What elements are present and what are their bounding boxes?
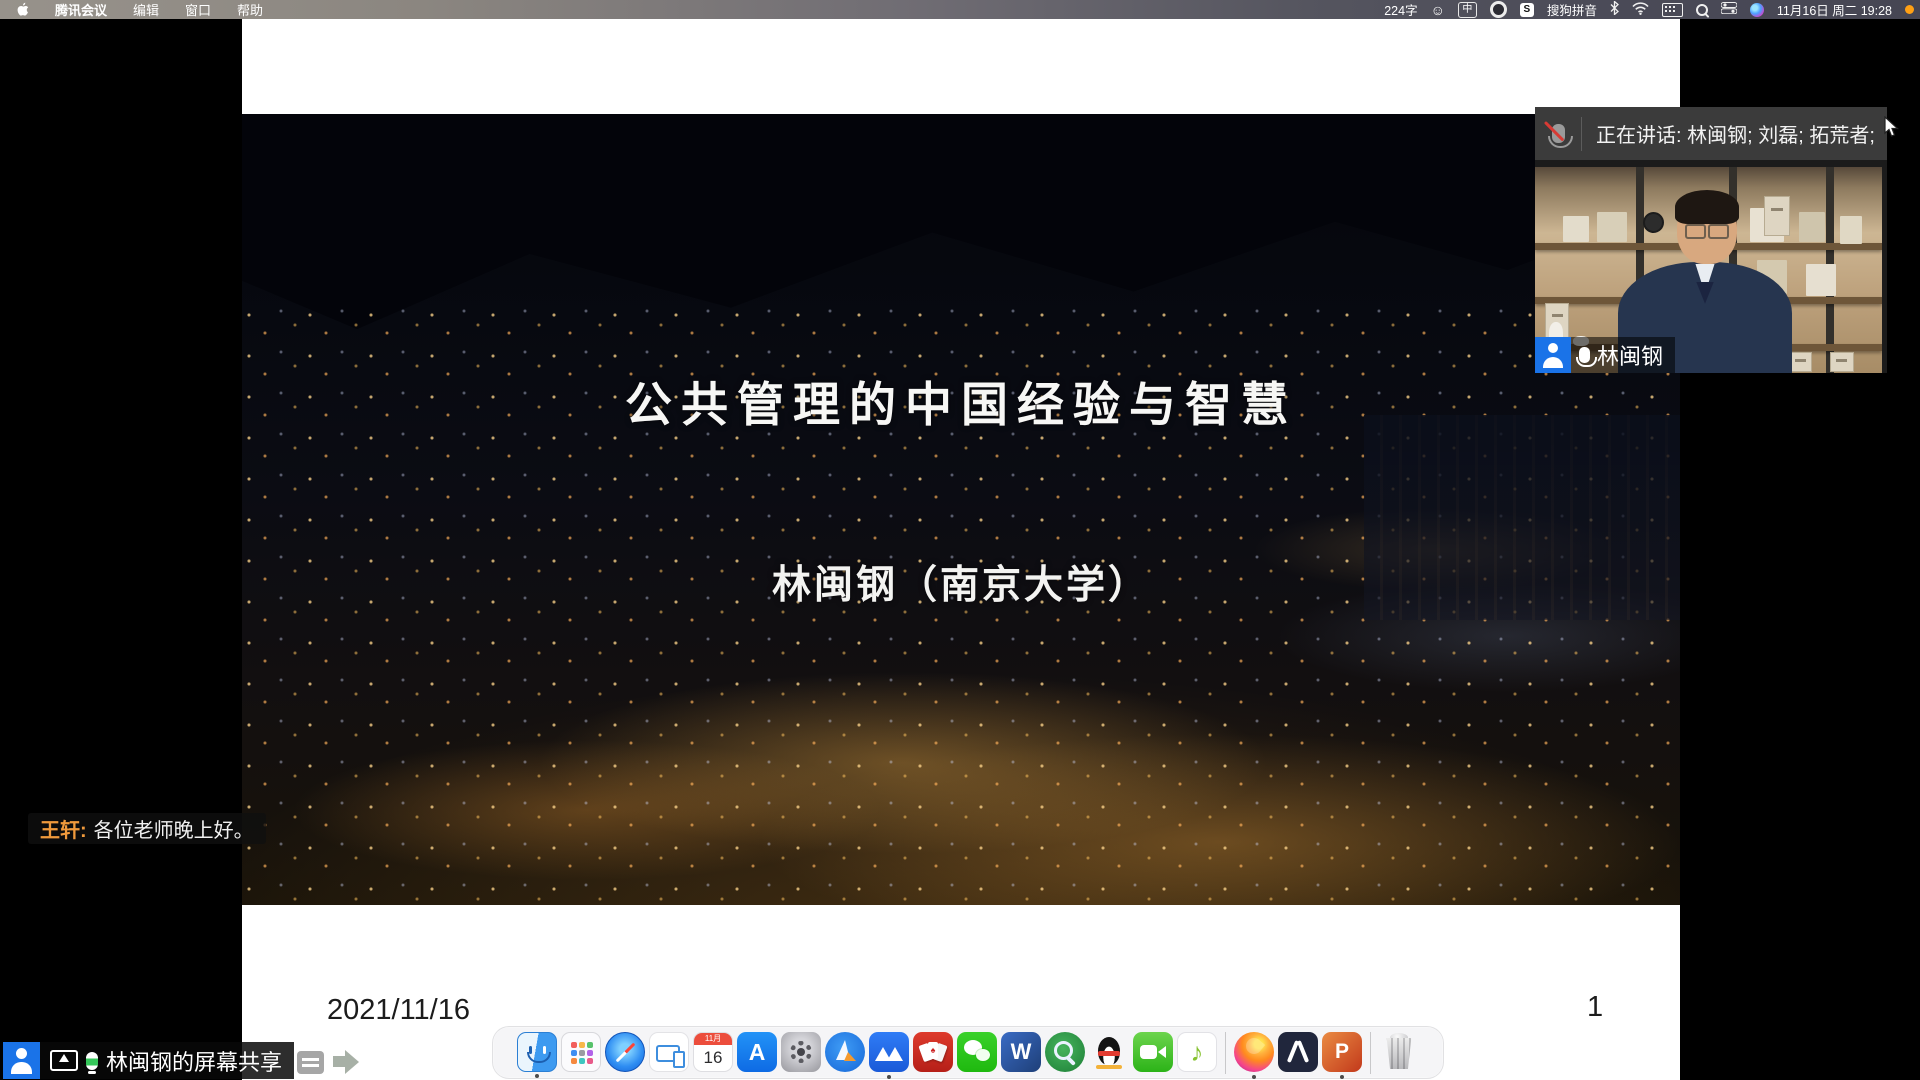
netdisk-icon[interactable] bbox=[825, 1032, 865, 1072]
word-count: 224字 bbox=[1384, 0, 1417, 19]
clock bbox=[1643, 212, 1664, 233]
file-box bbox=[1764, 196, 1790, 236]
file-box bbox=[1788, 352, 1812, 372]
share-label: 林闽钢的屏幕共享 bbox=[106, 1045, 282, 1077]
sogou-icon[interactable]: S bbox=[1520, 3, 1534, 17]
slide-author: 林闽钢（南京大学） bbox=[242, 554, 1680, 610]
apple-menu-icon[interactable] bbox=[16, 2, 29, 17]
chat-note-icon[interactable] bbox=[297, 1051, 324, 1074]
input-lang-badge[interactable]: 中 bbox=[1458, 2, 1477, 18]
dock: 11月 16 A ♠ W ♪ P bbox=[492, 1026, 1444, 1079]
smiley-icon[interactable]: ☺ bbox=[1431, 2, 1445, 18]
running-dot bbox=[535, 1074, 539, 1078]
control-center-icon[interactable] bbox=[1721, 2, 1737, 17]
dictionary-search-icon[interactable] bbox=[1045, 1032, 1085, 1072]
running-dot bbox=[887, 1075, 891, 1079]
menu-bar: 腾讯会议 编辑 窗口 帮助 224字 ☺ 中 S 搜狗拼音 11月16日 周二 bbox=[0, 0, 1920, 19]
video-name-overlay: 林闽钢 bbox=[1535, 337, 1675, 373]
books bbox=[1597, 212, 1627, 242]
menu-window[interactable]: 窗口 bbox=[185, 0, 211, 19]
books bbox=[1563, 216, 1589, 242]
recording-dot bbox=[1905, 5, 1914, 14]
video-tile[interactable]: 林闽钢 bbox=[1535, 160, 1887, 373]
books bbox=[1799, 212, 1825, 242]
shared-slide: 公共管理的中国经验与智慧 林闽钢（南京大学） 2021/11/16 1 bbox=[242, 19, 1680, 1080]
speaking-banner: 正在讲话: 林闽钢; 刘磊; 拓荒者; bbox=[1535, 107, 1887, 160]
slide-page-number: 1 bbox=[1587, 991, 1603, 1024]
music-note-glyph: ♪ bbox=[1191, 1037, 1204, 1068]
keyboard-icon[interactable] bbox=[1662, 3, 1683, 17]
siri-icon[interactable] bbox=[1750, 3, 1764, 17]
qq-scarf bbox=[1098, 1051, 1120, 1056]
ime-name[interactable]: 搜狗拼音 bbox=[1547, 0, 1597, 19]
firefox-icon[interactable] bbox=[1234, 1032, 1274, 1072]
books bbox=[1840, 216, 1862, 244]
system-preferences-icon[interactable] bbox=[781, 1032, 821, 1072]
spade-glyph: ♠ bbox=[928, 1042, 938, 1059]
launchpad-icon[interactable] bbox=[561, 1032, 601, 1072]
books bbox=[1806, 264, 1836, 296]
speaking-text: 正在讲话: 林闽钢; 刘磊; 拓荒者; bbox=[1582, 119, 1875, 148]
chat-message: 王轩: 各位老师晚上好。 bbox=[28, 813, 266, 844]
slide-title: 公共管理的中国经验与智慧 bbox=[242, 366, 1680, 435]
menu-app-name[interactable]: 腾讯会议 bbox=[55, 0, 107, 19]
dock-separator bbox=[1225, 1032, 1226, 1074]
word-icon[interactable]: W bbox=[1001, 1032, 1041, 1072]
calendar-day: 16 bbox=[694, 1045, 732, 1070]
person-head bbox=[1677, 194, 1737, 264]
app-store-icon[interactable]: A bbox=[737, 1032, 777, 1072]
word-letter: W bbox=[1011, 1039, 1032, 1065]
acrobat-icon[interactable] bbox=[1278, 1032, 1318, 1072]
qq-icon[interactable] bbox=[1089, 1032, 1129, 1072]
running-dot bbox=[1340, 1075, 1344, 1079]
chat-text: 各位老师晚上好。 bbox=[94, 814, 254, 843]
chat-sender: 王轩: bbox=[40, 814, 87, 843]
microphone-muted-icon[interactable] bbox=[1535, 124, 1581, 143]
calendar-month: 11月 bbox=[694, 1033, 732, 1045]
person-sweater bbox=[1694, 282, 1716, 304]
safari-icon[interactable] bbox=[605, 1032, 645, 1072]
powerpoint-letter: P bbox=[1335, 1040, 1349, 1064]
presenter-avatar-icon bbox=[3, 1042, 40, 1079]
qq-music-icon[interactable]: ♪ bbox=[1177, 1032, 1217, 1072]
finder-icon[interactable] bbox=[517, 1032, 557, 1072]
screen-share-indicator: 林闽钢的屏幕共享 bbox=[3, 1042, 294, 1079]
wechat-icon[interactable] bbox=[957, 1032, 997, 1072]
file-box bbox=[1830, 352, 1854, 372]
menu-edit[interactable]: 编辑 bbox=[133, 0, 159, 19]
circle-status-icon[interactable] bbox=[1490, 1, 1507, 18]
trash-basket bbox=[1385, 1038, 1413, 1069]
participant-name: 林闽钢 bbox=[1597, 339, 1663, 371]
wifi-icon[interactable] bbox=[1632, 2, 1649, 18]
screen-share-icon bbox=[50, 1050, 78, 1071]
microphone-icon bbox=[1579, 347, 1590, 363]
menu-bar-clock[interactable]: 11月16日 周二 19:28 bbox=[1777, 0, 1892, 19]
spotlight-icon[interactable] bbox=[1696, 4, 1708, 16]
meeting-screen: 腾讯会议 编辑 窗口 帮助 224字 ☺ 中 S 搜狗拼音 11月16日 周二 bbox=[0, 0, 1920, 1080]
person-glasses bbox=[1685, 224, 1729, 237]
person-hair bbox=[1675, 190, 1739, 224]
mountains-app-icon[interactable] bbox=[869, 1032, 909, 1072]
microphone-level-icon bbox=[86, 1052, 98, 1070]
printer-app-icon[interactable] bbox=[649, 1032, 689, 1072]
slide-date: 2021/11/16 bbox=[327, 994, 470, 1027]
running-dot bbox=[1252, 1075, 1256, 1079]
slide-photo-night-city: 公共管理的中国经验与智慧 林闽钢（南京大学） bbox=[242, 114, 1680, 905]
mouse-cursor bbox=[1884, 116, 1900, 143]
facetime-icon[interactable] bbox=[1133, 1032, 1173, 1072]
participant-avatar-icon bbox=[1535, 337, 1571, 373]
menu-help[interactable]: 帮助 bbox=[237, 0, 263, 19]
powerpoint-icon[interactable]: P bbox=[1322, 1032, 1362, 1072]
calendar-icon[interactable]: 11月 16 bbox=[693, 1032, 733, 1072]
bluetooth-icon[interactable] bbox=[1610, 1, 1619, 18]
app-store-letter: A bbox=[749, 1039, 766, 1066]
cards-game-icon[interactable]: ♠ bbox=[913, 1032, 953, 1072]
qq-feet bbox=[1096, 1065, 1122, 1069]
trash-icon[interactable] bbox=[1379, 1032, 1419, 1072]
dock-separator bbox=[1370, 1032, 1371, 1074]
